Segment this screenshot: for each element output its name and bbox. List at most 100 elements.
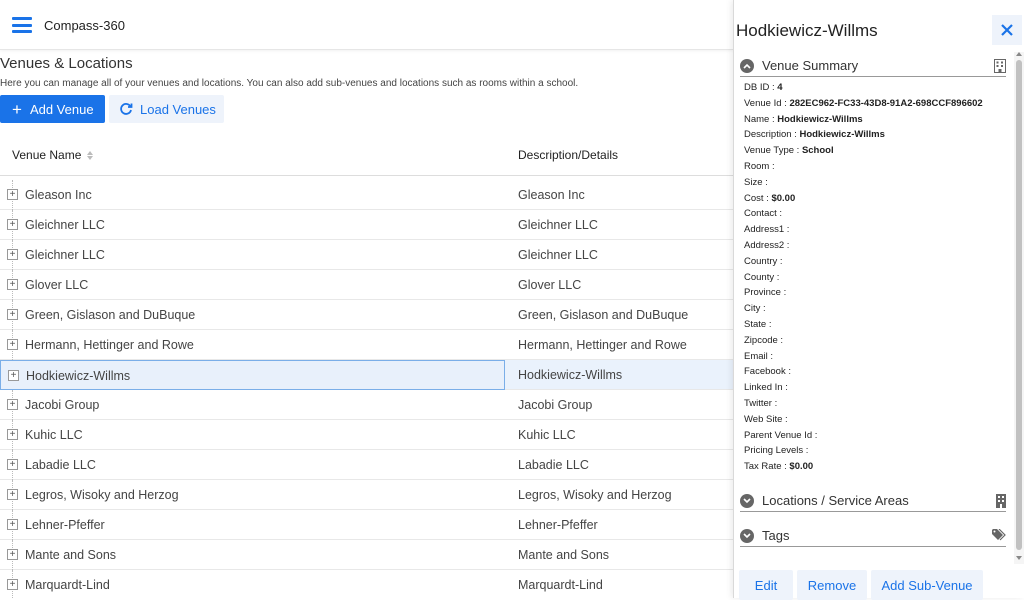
expand-plus-icon[interactable]: + <box>7 339 18 350</box>
venue-name: Mante and Sons <box>25 548 117 562</box>
load-venues-button[interactable]: Load Venues <box>109 95 224 123</box>
table-row[interactable]: + Hermann, Hettinger and Rowe Hermann, Het… <box>0 330 733 360</box>
table-row[interactable]: + Labadie LLC Labadie LLC <box>0 450 733 480</box>
venue-description: Green, Gislason and DuBuque <box>518 308 689 322</box>
field-label: Venue Type : <box>744 145 800 157</box>
table-row[interactable]: + Lehner-Pfeffer Lehner-Pfeffer <box>0 510 733 540</box>
venue-name-cell[interactable]: + Marquardt-Lind <box>0 570 505 598</box>
tags-section-header[interactable]: Tags <box>740 525 1006 547</box>
expand-plus-icon[interactable]: + <box>7 459 18 470</box>
table-row[interactable]: + Mante and Sons Mante and Sons <box>0 540 733 570</box>
expand-plus-icon[interactable]: + <box>7 249 18 260</box>
panel-scrollbar[interactable] <box>1014 52 1024 564</box>
summary-field: City : <box>744 301 983 317</box>
column-header-description[interactable]: Description/Details <box>518 148 618 162</box>
sort-icon[interactable] <box>87 150 94 160</box>
panel-footer: Edit Remove Add Sub-Venue <box>734 566 1024 600</box>
venue-name: Hodkiewicz-Willms <box>26 369 131 383</box>
venue-name-cell[interactable]: + Green, Gislason and DuBuque <box>0 300 505 330</box>
summary-field: DB ID : 4 <box>744 80 983 96</box>
venue-summary-section-header[interactable]: Venue Summary <box>740 55 1006 77</box>
venue-name-cell[interactable]: + Glover LLC <box>0 270 505 300</box>
venue-name-cell[interactable]: + Hermann, Hettinger and Rowe <box>0 330 505 360</box>
expand-plus-icon[interactable]: + <box>7 219 18 230</box>
field-value: School <box>801 145 834 157</box>
column-header-venue-name[interactable]: Venue Name <box>12 148 94 162</box>
summary-field: Address1 : <box>744 222 983 238</box>
expand-plus-icon[interactable]: + <box>7 519 18 530</box>
field-label: Room : <box>744 160 775 172</box>
expand-plus-icon[interactable]: + <box>7 309 18 320</box>
field-label: State : <box>744 318 772 330</box>
field-label: Address2 : <box>744 239 790 251</box>
expand-plus-icon[interactable]: + <box>7 279 18 290</box>
venue-name: Gleason Inc <box>25 188 92 202</box>
field-label: Contact : <box>744 208 783 220</box>
table-row[interactable]: + Jacobi Group Jacobi Group <box>0 390 733 420</box>
add-venue-label: Add Venue <box>29 101 94 117</box>
add-sub-venue-button[interactable]: Add Sub-Venue <box>871 570 983 600</box>
field-label: Linked In : <box>744 382 788 394</box>
table-row[interactable]: + Legros, Wisoky and Herzog Legros, Wisoky… <box>0 480 733 510</box>
table-row[interactable]: + Hodkiewicz-Willms Hodkiewicz-Willms <box>0 360 733 390</box>
table-row[interactable]: + Marquardt-Lind Marquardt-Lind <box>0 570 733 598</box>
expand-plus-icon[interactable]: + <box>7 579 18 590</box>
table-row[interactable]: + Gleichner LLC Gleichner LLC <box>0 240 733 270</box>
venue-name-cell[interactable]: + Jacobi Group <box>0 390 505 420</box>
venue-name-cell[interactable]: + Gleichner LLC <box>0 240 505 270</box>
venue-name-cell[interactable]: + Labadie LLC <box>0 450 505 480</box>
field-label: Facebook : <box>744 366 791 378</box>
venue-detail-panel: Hodkiewicz-Willms Venue Summary DB ID : … <box>733 0 1024 600</box>
refresh-icon <box>120 103 133 115</box>
page-subtitle: Here you can manage all of your venues a… <box>0 78 579 89</box>
field-value: Hodkiewicz-Willms <box>777 113 863 125</box>
table-row[interactable]: + Gleichner LLC Gleichner LLC <box>0 210 733 240</box>
venue-name-cell[interactable]: + Kuhic LLC <box>0 420 505 450</box>
scroll-down-icon[interactable] <box>1016 556 1022 560</box>
close-panel-button[interactable] <box>992 15 1022 45</box>
venue-description: Gleichner LLC <box>518 218 598 232</box>
venue-description: Glover LLC <box>518 278 582 292</box>
expand-plus-icon[interactable]: + <box>7 549 18 560</box>
venue-name: Hermann, Hettinger and Rowe <box>25 338 194 352</box>
edit-button[interactable]: Edit <box>739 570 793 600</box>
expand-plus-icon[interactable]: + <box>7 489 18 500</box>
table-row[interactable]: + Green, Gislason and DuBuque Green, Gisla… <box>0 300 733 330</box>
table-row[interactable]: + Glover LLC Glover LLC <box>0 270 733 300</box>
table-row[interactable]: + Kuhic LLC Kuhic LLC <box>0 420 733 450</box>
field-label: Name : <box>744 113 775 125</box>
venue-description: Gleichner LLC <box>518 248 598 262</box>
scroll-up-icon[interactable] <box>1016 52 1022 56</box>
venue-name-cell[interactable]: + Legros, Wisoky and Herzog <box>0 480 505 510</box>
venue-name: Glover LLC <box>25 278 89 292</box>
venue-description: Kuhic LLC <box>518 428 576 442</box>
venue-name-cell[interactable]: + Lehner-Pfeffer <box>0 510 505 540</box>
add-venue-button[interactable]: + Add Venue <box>0 95 105 123</box>
venue-name-cell[interactable]: + Gleichner LLC <box>0 210 505 240</box>
plus-icon: + <box>12 99 22 119</box>
field-label: Email : <box>744 350 774 362</box>
summary-field: State : <box>744 317 983 333</box>
expand-plus-icon[interactable]: + <box>7 399 18 410</box>
expand-plus-icon[interactable]: + <box>7 189 18 200</box>
venue-name-cell[interactable]: + Mante and Sons <box>0 540 505 570</box>
hamburger-menu-icon[interactable] <box>12 17 32 33</box>
summary-field: Province : <box>744 285 983 301</box>
venue-summary-label: Venue Summary <box>762 58 859 73</box>
top-bar: Compass-360 <box>0 0 733 50</box>
remove-button[interactable]: Remove <box>797 570 867 600</box>
expand-plus-icon[interactable]: + <box>8 370 19 381</box>
expand-plus-icon[interactable]: + <box>7 429 18 440</box>
venue-name-cell[interactable]: + Gleason Inc <box>0 180 505 210</box>
app-title: Compass-360 <box>44 18 125 33</box>
summary-field: County : <box>744 270 983 286</box>
field-label: Cost : <box>744 192 769 204</box>
scrollbar-thumb[interactable] <box>1016 60 1022 550</box>
field-value: 4 <box>777 82 783 93</box>
summary-field: Linked In : <box>744 380 983 396</box>
table-row[interactable]: + Gleason Inc Gleason Inc <box>0 180 733 210</box>
locations-section-header[interactable]: Locations / Service Areas <box>740 490 1006 512</box>
venue-description: Mante and Sons <box>518 548 610 562</box>
venue-name-cell[interactable]: + Hodkiewicz-Willms <box>0 360 505 390</box>
venue-description: Lehner-Pfeffer <box>518 518 598 532</box>
